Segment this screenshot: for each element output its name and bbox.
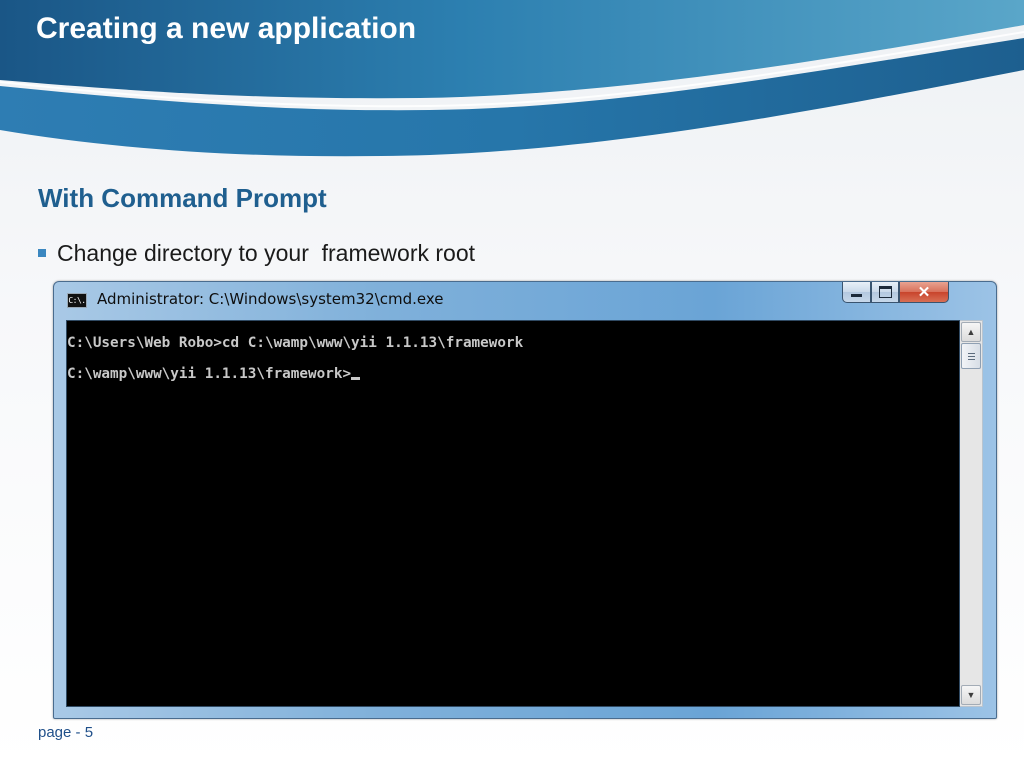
grip-line bbox=[968, 353, 975, 354]
console-prompt-line: C:\wamp\www\yii 1.1.13\framework> bbox=[67, 366, 361, 382]
square-bullet-icon bbox=[38, 248, 46, 257]
close-button[interactable]: ✕ bbox=[899, 282, 949, 303]
cmd-app-icon[interactable]: C:\. bbox=[67, 293, 87, 308]
maximize-button[interactable] bbox=[871, 282, 899, 303]
console-line: C:\Users\Web Robo>cd C:\wamp\www\yii 1.1… bbox=[67, 335, 523, 351]
window-title: Administrator: C:\Windows\system32\cmd.e… bbox=[97, 290, 444, 308]
bullet-item: Change directory to your framework root bbox=[38, 240, 475, 267]
maximize-icon bbox=[878, 286, 892, 298]
console-line-text: C:\wamp\www\yii 1.1.13\framework> bbox=[67, 366, 352, 382]
arrow-up-icon: ▲ bbox=[966, 327, 976, 337]
window-titlebar[interactable]: C:\. Administrator: C:\Windows\system32\… bbox=[54, 282, 996, 318]
console-line-text: C:\Users\Web Robo>cd C:\wamp\www\yii 1.1… bbox=[67, 335, 524, 351]
scroll-thumb[interactable] bbox=[961, 343, 981, 369]
section-heading: With Command Prompt bbox=[38, 183, 327, 213]
text-cursor bbox=[351, 377, 361, 380]
console-output[interactable]: C:\Users\Web Robo>cd C:\wamp\www\yii 1.1… bbox=[66, 320, 960, 707]
scroll-up-button[interactable]: ▲ bbox=[961, 322, 981, 342]
grip-line bbox=[968, 356, 975, 357]
arrow-down-icon: ▼ bbox=[966, 690, 976, 700]
bullet-text: Change directory to your framework root bbox=[57, 240, 476, 266]
minimize-button[interactable] bbox=[842, 282, 871, 303]
page-number: page - 5 bbox=[38, 724, 94, 741]
close-icon: ✕ bbox=[917, 283, 931, 301]
minimize-icon bbox=[851, 294, 862, 297]
scroll-down-button[interactable]: ▼ bbox=[961, 685, 981, 705]
vertical-scrollbar[interactable]: ▲ ▼ bbox=[960, 320, 983, 707]
grip-line bbox=[968, 359, 975, 360]
slide-title: Creating a new application bbox=[36, 12, 417, 45]
cmd-window[interactable]: C:\. Administrator: C:\Windows\system32\… bbox=[53, 281, 997, 719]
